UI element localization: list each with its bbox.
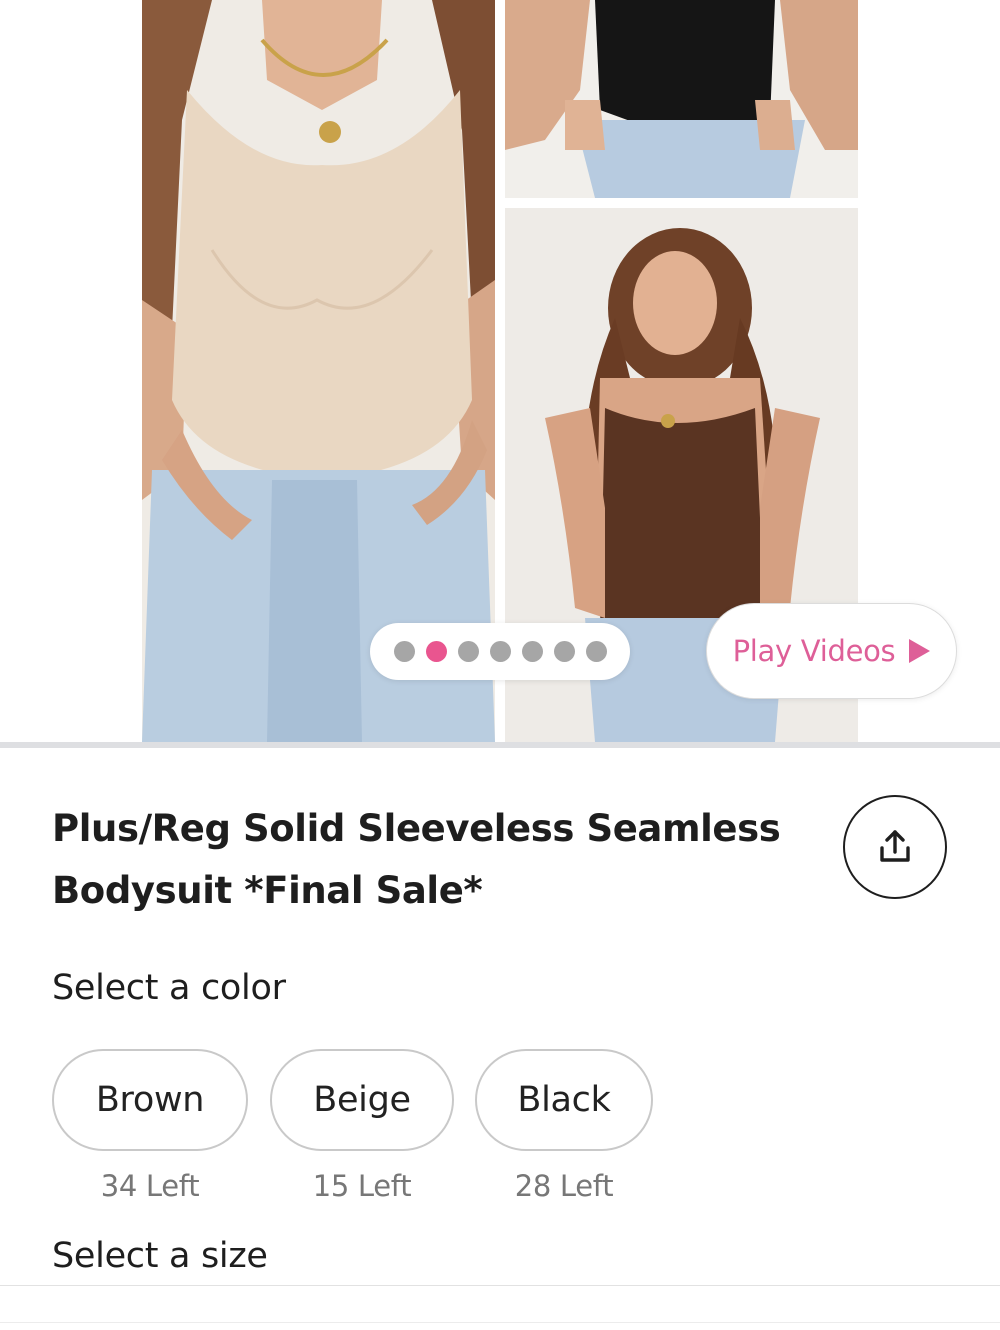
carousel-dot-active[interactable] [425,641,447,662]
share-button[interactable] [843,795,947,899]
play-videos-button[interactable]: Play Videos [706,603,957,699]
stock-count-brown: 34 Left [100,1169,200,1203]
carousel-dot[interactable] [489,641,511,662]
select-color-label: Select a color [52,968,286,1008]
stock-count-beige: 15 Left [312,1169,412,1203]
carousel-dot[interactable] [553,641,575,662]
select-size-label: Select a size [52,1236,268,1276]
product-photo-black[interactable] [505,0,858,198]
carousel-dot[interactable] [457,641,479,662]
share-icon [880,830,910,862]
carousel-dot[interactable] [393,641,415,662]
color-swatch-black[interactable]: Black [475,1049,653,1151]
bottom-divider [0,1285,1000,1286]
color-swatch-beige[interactable]: Beige [270,1049,454,1151]
stock-count-black: 28 Left [514,1169,614,1203]
color-option-black: Black 28 Left [475,1049,653,1203]
section-divider [0,742,1000,748]
bottom-divider-lower [0,1322,1000,1323]
product-title: Plus/Reg Solid Sleeveless Seamless Bodys… [52,798,812,922]
product-image-gallery[interactable]: Play Videos [0,0,1000,742]
product-title-line1: Plus/Reg Solid Sleeveless Seamless [52,807,781,850]
carousel-dot[interactable] [585,641,607,662]
product-title-line2: Bodysuit *Final Sale* [52,869,483,912]
color-option-brown: Brown 34 Left [52,1049,248,1203]
color-swatch-brown[interactable]: Brown [52,1049,248,1151]
play-icon [909,639,931,663]
carousel-pagination[interactable] [370,623,630,680]
color-option-beige: Beige 15 Left [270,1049,454,1203]
play-videos-label: Play Videos [732,634,896,668]
carousel-dot[interactable] [521,641,543,662]
